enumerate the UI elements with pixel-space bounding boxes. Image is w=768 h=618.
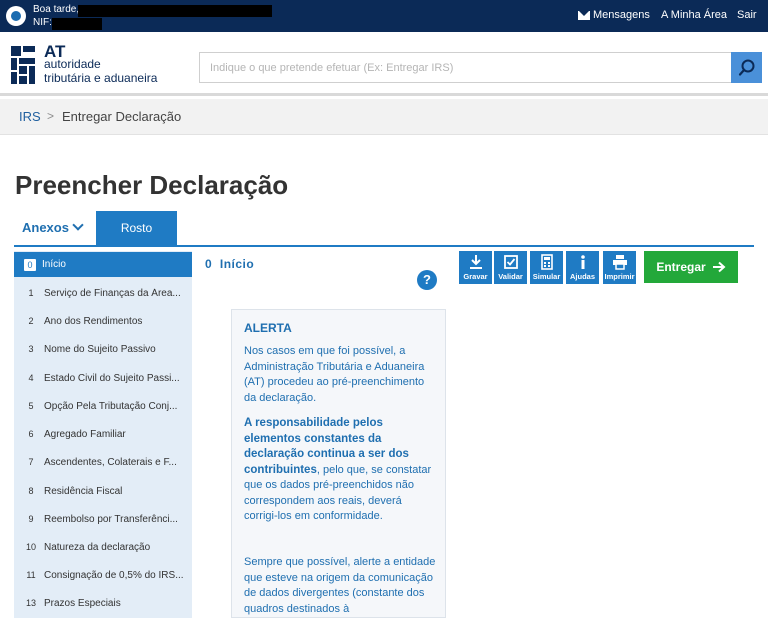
sidebar-item-label: Natureza da declaração — [44, 541, 151, 553]
sidebar-item-servico-financas[interactable]: 1 Serviço de Finanças da Área... — [14, 279, 192, 307]
section-heading-label: Início — [219, 257, 255, 271]
redacted-nif — [52, 18, 102, 30]
sidebar-item-label: Início — [42, 259, 66, 270]
sidebar-item-label: Reembolso por Transferênci... — [44, 513, 178, 525]
sidebar-item-opcao-tributacao[interactable]: 5 Opção Pela Tributação Conj... — [14, 392, 192, 420]
save-button-label: Gravar — [463, 272, 488, 281]
simulate-button[interactable]: Simular — [530, 251, 563, 284]
redacted-name — [78, 5, 272, 17]
calculator-icon — [540, 254, 553, 270]
help-info-button-label: Ajudas — [569, 272, 595, 281]
sidebar-item-natureza-declaracao[interactable]: 10 Natureza da declaração — [14, 533, 192, 561]
logout-link[interactable]: Sair — [737, 9, 757, 21]
sidebar-item-reembolso[interactable]: 9 Reembolso por Transferênci... — [14, 505, 192, 533]
sidebar-item-num: 11 — [26, 570, 36, 580]
logo-line1: autoridade — [44, 57, 101, 71]
search-input[interactable] — [200, 53, 731, 82]
tab-rosto[interactable]: Rosto — [96, 211, 177, 247]
help-button[interactable]: ? — [417, 270, 437, 290]
validate-button[interactable]: Validar — [494, 251, 527, 284]
logo-line2: tributária e aduaneira — [44, 71, 158, 85]
at-emblem-icon[interactable] — [8, 44, 38, 86]
alert-paragraph-2: A responsabilidade pelos elementos const… — [244, 416, 438, 525]
validate-button-label: Validar — [498, 272, 523, 281]
sidebar-item-label: Agregado Familiar — [44, 428, 126, 440]
print-button-label: Imprimir — [604, 272, 635, 281]
sidebar-item-residencia-fiscal[interactable]: 8 Residência Fiscal — [14, 477, 192, 505]
sidebar-item-num: 1 — [28, 288, 34, 298]
alert-box: ALERTA Nos casos em que foi possível, a … — [231, 309, 446, 618]
sidebar-item-num: 6 — [28, 429, 34, 439]
download-icon — [469, 255, 482, 269]
sidebar-item-num: 10 — [25, 542, 36, 552]
top-bar: Boa tarde, NIF: Mensagens A Minha Área S… — [0, 0, 768, 32]
sidebar-item-label: Opção Pela Tributação Conj... — [44, 400, 178, 412]
sidebar-item-label: Prazos Especiais — [44, 597, 121, 609]
simulate-button-label: Simular — [532, 272, 561, 281]
submit-button[interactable]: Entregar — [644, 251, 738, 283]
printer-icon — [612, 255, 627, 270]
chevron-down-icon — [72, 219, 84, 231]
sidebar-item-label: Consignação de 0,5% do IRS... — [44, 569, 184, 581]
search-button[interactable] — [731, 52, 762, 83]
alert-paragraph-3: Sempre que possível, alerte a entidade q… — [244, 556, 436, 615]
sidebar-item-num: 4 — [28, 373, 34, 383]
sidebar-item-estado-civil[interactable]: 4 Estado Civil do Sujeito Passi... — [14, 364, 192, 392]
save-button[interactable]: Gravar — [459, 251, 492, 284]
sidebar-item-ano-rendimentos[interactable]: 2 Ano dos Rendimentos — [14, 307, 192, 335]
sidebar-item-label: Ascendentes, Colaterais e F... — [44, 456, 177, 468]
sidebar-item-label: Residência Fiscal — [44, 485, 123, 497]
arrow-right-icon — [712, 261, 726, 273]
info-icon — [580, 255, 585, 269]
sidebar-item-label: Estado Civil do Sujeito Passi... — [44, 372, 180, 384]
print-button[interactable]: Imprimir — [603, 251, 636, 284]
sidebar-item-ascendentes[interactable]: 7 Ascendentes, Colaterais e F... — [14, 448, 192, 476]
tab-anexos-label: Anexos — [22, 220, 69, 235]
breadcrumb-current: Entregar Declaração — [62, 109, 182, 124]
breadcrumb-separator: > — [47, 109, 55, 123]
alert-paragraph-1: Nos casos em que foi possível, a Adminis… — [244, 345, 425, 404]
sidebar-item-num: 2 — [28, 316, 34, 326]
search-box — [199, 52, 732, 83]
my-area-link[interactable]: A Minha Área — [661, 9, 727, 21]
sidebar-item-label: Ano dos Rendimentos — [44, 315, 143, 327]
greeting-text: Boa tarde, — [33, 4, 80, 15]
breadcrumb-irs-link[interactable]: IRS — [19, 109, 41, 124]
tab-anexos[interactable]: Anexos — [22, 219, 84, 235]
sidebar-item-num: 5 — [28, 401, 34, 411]
submit-button-label: Entregar — [656, 260, 706, 274]
sidebar-item-num: 0 — [24, 258, 36, 271]
sidebar-item-label: Nome do Sujeito Passivo — [44, 343, 156, 355]
help-info-button[interactable]: Ajudas — [566, 251, 599, 284]
mail-icon[interactable] — [578, 11, 590, 20]
page-title: Preencher Declaração — [15, 170, 289, 200]
sidebar-item-inicio[interactable]: 0 Início — [14, 252, 192, 277]
sidebar-item-num: 3 — [28, 344, 34, 354]
messages-link[interactable]: Mensagens — [593, 9, 650, 21]
alert-title: ALERTA — [244, 321, 292, 335]
sidebar-item-consignacao[interactable]: 11 Consignação de 0,5% do IRS... — [14, 561, 192, 589]
section-heading-num: 0 — [205, 257, 213, 271]
sidebar-item-num: 13 — [25, 598, 36, 608]
sidebar-item-agregado-familiar[interactable]: 6 Agregado Familiar — [14, 420, 192, 448]
checkbox-icon — [503, 255, 518, 269]
sidebar-item-prazos-especiais[interactable]: 13 Prazos Especiais — [14, 589, 192, 617]
nif-label: NIF: — [33, 17, 52, 28]
tab-underline — [14, 245, 754, 247]
search-icon — [738, 59, 754, 76]
sidebar-item-num: 8 — [28, 486, 34, 496]
sidebar-item-nome-sujeito[interactable]: 3 Nome do Sujeito Passivo — [14, 335, 192, 363]
section-heading: 0 Início — [205, 257, 254, 271]
sidebar-item-num: 7 — [28, 457, 34, 467]
sidebar-item-label: Serviço de Finanças da Área... — [44, 287, 181, 299]
sidebar-item-num: 9 — [28, 514, 34, 524]
portal-logo-icon[interactable] — [6, 6, 26, 26]
